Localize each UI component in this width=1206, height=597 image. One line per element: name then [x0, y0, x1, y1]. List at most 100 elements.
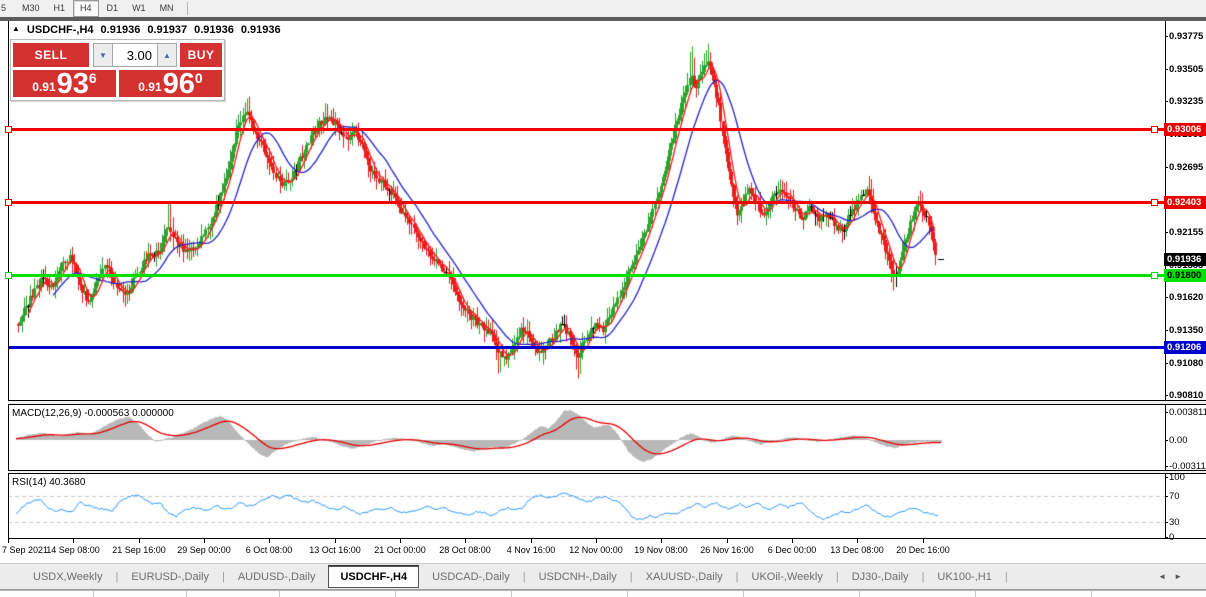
- time-axis-label: 6 Dec 00:00: [758, 545, 826, 555]
- price-level-label-0.93006[interactable]: 0.93006: [1164, 123, 1206, 136]
- timeframe-d1-button[interactable]: D1: [101, 1, 125, 16]
- status-grid-divider: [743, 591, 744, 597]
- status-grid-divider: [859, 591, 860, 597]
- horizontal-level-line-0.92403[interactable]: [8, 201, 1165, 204]
- rsi-axis-tick-label: 30: [1169, 517, 1206, 528]
- price-axis-tick-label: 0.92695: [1169, 162, 1206, 173]
- sell-price-pip: 6: [89, 70, 97, 86]
- tab-dj30-daily[interactable]: DJ30-,Daily: [839, 567, 922, 587]
- symbol-tab-bar: USDX,Weekly | EURUSD-,Daily | AUDUSD-,Da…: [0, 563, 1206, 590]
- timeframe-w1-button[interactable]: W1: [126, 1, 152, 16]
- price-axis-tick-label: 0.92155: [1169, 227, 1206, 238]
- time-axis-tick-mark: [269, 539, 270, 543]
- horizontal-level-line-0.91206[interactable]: [8, 346, 1165, 349]
- timeframe-mn-button[interactable]: MN: [154, 1, 180, 16]
- sell-price-big-digits: 93: [57, 71, 89, 97]
- status-grid-divider: [975, 591, 976, 597]
- tab-usdchf-h4[interactable]: USDCHF-,H4: [328, 566, 419, 588]
- horizontal-level-line-0.91800[interactable]: [8, 274, 1165, 277]
- time-axis-label: 29 Sep 00:00: [170, 545, 238, 555]
- tab-audusd-daily[interactable]: AUDUSD-,Daily: [225, 567, 329, 587]
- rsi-label: RSI(14) 40.3680: [12, 477, 85, 488]
- buy-price-big-digits: 96: [163, 71, 195, 97]
- tab-ukoil-weekly[interactable]: UKOil-,Weekly: [739, 567, 836, 587]
- horizontal-level-line-0.93006[interactable]: [8, 128, 1165, 131]
- level-line-handle[interactable]: [1151, 126, 1158, 133]
- time-axis-tick-mark: [8, 539, 9, 543]
- ohlc-close: 0.91936: [241, 24, 281, 36]
- sell-price-prefix: 0.91: [32, 80, 55, 94]
- sell-button[interactable]: SELL: [13, 43, 89, 67]
- buy-price-prefix: 0.91: [138, 80, 161, 94]
- price-axis-tick-label: 0.91350: [1169, 325, 1206, 336]
- time-axis-tick-mark: [335, 539, 336, 543]
- time-axis-label: 19 Nov 08:00: [627, 545, 695, 555]
- macd-indicator-canvas[interactable]: [8, 405, 1165, 470]
- timeframe-m5-button[interactable]: 5: [0, 1, 14, 16]
- time-axis-label: 20 Dec 16:00: [889, 545, 957, 555]
- macd-label: MACD(12,26,9) -0.000563 0.000000: [12, 408, 174, 419]
- chart-symbol-label: USDCHF-,H4: [27, 24, 94, 36]
- time-axis-tick-mark: [792, 539, 793, 543]
- status-grid-divider: [1091, 591, 1092, 597]
- time-axis-label: 28 Oct 08:00: [431, 545, 499, 555]
- rsi-indicator-canvas[interactable]: [8, 474, 1165, 538]
- status-grid-divider: [627, 591, 628, 597]
- price-level-label-0.92403[interactable]: 0.92403: [1164, 196, 1206, 209]
- buy-price-pip: 0: [195, 70, 203, 86]
- toolbar-separator: [187, 2, 188, 15]
- buy-price-box[interactable]: 0.91 96 0: [119, 70, 222, 97]
- time-axis-label: 21 Sep 16:00: [105, 545, 173, 555]
- buy-button[interactable]: BUY: [180, 43, 222, 67]
- tab-separator: |: [1005, 571, 1008, 583]
- price-level-label-0.91206[interactable]: 0.91206: [1164, 341, 1206, 354]
- level-line-handle[interactable]: [5, 272, 12, 279]
- level-line-handle[interactable]: [1151, 199, 1158, 206]
- tab-usdcnh-daily[interactable]: USDCNH-,Daily: [526, 567, 630, 587]
- chart-ohlc-header: ▲ USDCHF-,H4 0.91936 0.91937 0.91936 0.9…: [12, 23, 281, 36]
- volume-increase-button[interactable]: ▲: [157, 43, 177, 67]
- volume-input[interactable]: 3.00: [112, 43, 158, 67]
- ohlc-open: 0.91936: [101, 24, 141, 36]
- tab-eurusd-daily[interactable]: EURUSD-,Daily: [118, 567, 222, 587]
- status-grid-divider: [511, 591, 512, 597]
- ohlc-high: 0.91937: [147, 24, 187, 36]
- price-level-label-0.91800[interactable]: 0.91800: [1164, 269, 1206, 282]
- time-axis-label: 13 Oct 16:00: [301, 545, 369, 555]
- time-axis-tick-mark: [857, 539, 858, 543]
- timeframe-h1-button[interactable]: H1: [48, 1, 72, 16]
- time-axis-tick-mark: [400, 539, 401, 543]
- ohlc-low: 0.91936: [194, 24, 234, 36]
- time-axis-tick-mark: [923, 539, 924, 543]
- price-axis-tick-label: 0.91080: [1169, 358, 1206, 369]
- time-axis-label: 6 Oct 08:00: [235, 545, 303, 555]
- level-line-handle[interactable]: [1151, 272, 1158, 279]
- time-axis-tick-mark: [73, 539, 74, 543]
- timeframe-h4-button[interactable]: H4: [73, 0, 99, 17]
- status-grid-row: [0, 590, 1206, 597]
- time-axis-tick-mark: [661, 539, 662, 543]
- time-axis-label: 26 Nov 16:00: [693, 545, 761, 555]
- timeframe-m30-button[interactable]: M30: [16, 1, 46, 16]
- rsi-axis-tick-label: 70: [1169, 491, 1206, 502]
- price-axis-tick-label: 0.93775: [1169, 31, 1206, 42]
- time-axis-tick-mark: [465, 539, 466, 543]
- sell-price-box[interactable]: 0.91 93 6: [13, 70, 116, 97]
- time-axis-label: 21 Oct 00:00: [366, 545, 434, 555]
- tab-usdx-weekly[interactable]: USDX,Weekly: [20, 567, 115, 587]
- macd-top-border: [8, 404, 1206, 405]
- price-axis-tick-label: 0.93505: [1169, 64, 1206, 75]
- level-line-handle[interactable]: [5, 126, 12, 133]
- macd-axis-tick-label: 0.003811: [1169, 407, 1206, 418]
- level-line-handle[interactable]: [5, 199, 12, 206]
- status-grid-divider: [395, 591, 396, 597]
- volume-decrease-button[interactable]: ▼: [93, 43, 113, 67]
- tab-scroll-right-icon[interactable]: ►: [1174, 572, 1190, 581]
- tab-scroll-left-icon[interactable]: ◄: [1158, 572, 1174, 581]
- tab-xauusd-daily[interactable]: XAUUSD-,Daily: [633, 567, 736, 587]
- tab-usdcad-daily[interactable]: USDCAD-,Daily: [419, 567, 523, 587]
- time-axis-label: 12 Nov 00:00: [562, 545, 630, 555]
- trading-platform-window: 5 M30 H1 H4 D1 W1 MN ▲ USDCHF-,H4 0.9193…: [0, 0, 1206, 597]
- tab-uk100-h1[interactable]: UK100-,H1: [924, 567, 1004, 587]
- time-axis-tick-mark: [531, 539, 532, 543]
